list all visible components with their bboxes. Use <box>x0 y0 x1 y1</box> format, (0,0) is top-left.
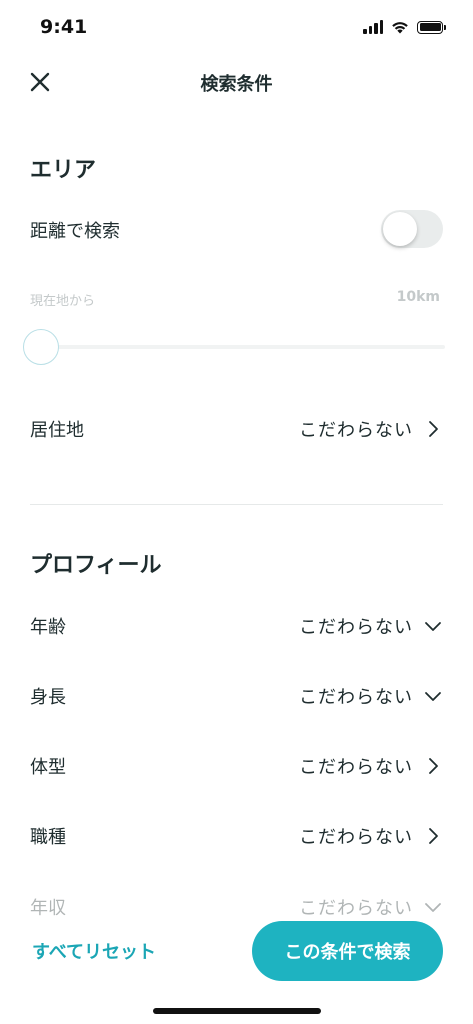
distance-slider-thumb[interactable] <box>23 329 59 365</box>
chevron-down-icon <box>425 903 441 912</box>
body-type-label: 体型 <box>30 757 66 778</box>
status-icons <box>363 20 446 34</box>
residence-label: 居住地 <box>30 420 84 441</box>
distance-search-label: 距離で検索 <box>30 221 120 242</box>
search-button[interactable]: この条件で検索 <box>252 921 443 981</box>
occupation-value-group: こだわらない <box>299 823 443 849</box>
section-title-profile: プロフィール <box>30 553 162 578</box>
section-title-area: エリア <box>30 158 97 183</box>
profile-row-occupation[interactable]: 職種 こだわらない <box>30 814 443 858</box>
residence-value-group: こだわらない <box>299 416 443 442</box>
age-value-group: こだわらない <box>299 613 443 639</box>
height-label: 身長 <box>30 687 66 708</box>
profile-row-height[interactable]: 身長 こだわらない <box>30 674 443 718</box>
nav-bar: 検索条件 <box>0 56 473 112</box>
profile-row-age[interactable]: 年齢 こだわらない <box>30 604 443 648</box>
profile-row-body-type[interactable]: 体型 こだわらない <box>30 744 443 788</box>
wifi-icon <box>392 22 408 34</box>
section-divider <box>30 504 443 505</box>
height-value: こだわらない <box>299 687 413 708</box>
reset-all-button[interactable]: すべてリセット <box>32 938 156 964</box>
toggle-knob <box>383 212 417 246</box>
residence-row[interactable]: 居住地 こだわらない <box>30 407 443 451</box>
height-value-group: こだわらない <box>299 683 443 709</box>
chevron-right-icon <box>429 421 438 437</box>
chevron-down-icon <box>425 692 441 701</box>
home-indicator <box>153 1008 321 1014</box>
occupation-value: こだわらない <box>299 827 413 848</box>
occupation-label: 職種 <box>30 827 66 848</box>
body-type-value: こだわらない <box>299 757 413 778</box>
residence-value: こだわらない <box>299 420 413 441</box>
chevron-down-icon <box>425 622 441 631</box>
distance-search-toggle[interactable] <box>381 210 443 248</box>
distance-value: 10km <box>396 289 440 305</box>
battery-icon <box>417 20 446 34</box>
cellular-signal-icon <box>363 20 383 34</box>
age-value: こだわらない <box>299 617 413 638</box>
chevron-right-icon <box>429 828 438 844</box>
distance-search-row: 距離で検索 <box>30 208 363 252</box>
distance-from-label: 現在地から <box>30 294 96 309</box>
chevron-right-icon <box>429 758 438 774</box>
page-title: 検索条件 <box>200 74 273 95</box>
distance-slider-track[interactable] <box>42 345 445 349</box>
status-bar: 9:41 <box>0 0 473 56</box>
age-label: 年齢 <box>30 617 66 638</box>
status-time: 9:41 <box>40 16 88 38</box>
body-type-value-group: こだわらない <box>299 753 443 779</box>
